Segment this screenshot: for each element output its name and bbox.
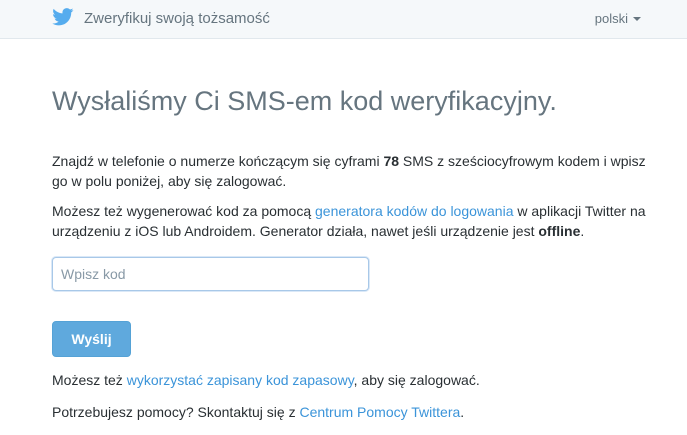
page-header-title: Zweryfikuj swoją tożsamość (84, 10, 270, 27)
sms-instructions: Znajdź w telefonie o numerze kończącym s… (52, 151, 652, 191)
help-center-link[interactable]: Centrum Pomocy Twittera (299, 404, 460, 420)
top-bar: Zweryfikuj swoją tożsamość polski (0, 0, 687, 39)
login-code-generator-link[interactable]: generatora kodów do logowania (315, 203, 513, 219)
backup-code-text-2: , aby się zalogować. (353, 372, 480, 388)
verification-code-input[interactable] (52, 257, 369, 291)
send-button[interactable]: Wyślij (52, 321, 131, 357)
offline-text: offline (538, 223, 581, 239)
generator-info-text-1: Możesz też wygenerować kod za pomocą (52, 203, 316, 219)
phone-digits: 78 (383, 153, 400, 169)
help-text-1: Potrzebujesz pomocy? Skontaktuj się z (52, 404, 300, 420)
twitter-bird-icon[interactable] (52, 8, 74, 26)
page-title: Wysłaliśmy Ci SMS-em kod weryfikacyjny. (52, 86, 557, 116)
help-info: Potrzebujesz pomocy? Skontaktuj się z Ce… (52, 402, 652, 422)
generator-info-text-3: . (580, 223, 585, 239)
caret-down-icon (633, 16, 641, 21)
generator-info: Możesz też wygenerować kod za pomocą gen… (52, 201, 652, 241)
language-label: polski (594, 11, 628, 26)
backup-code-text-1: Możesz też (52, 372, 127, 388)
backup-code-link[interactable]: wykorzystać zapisany kod zapasowy (127, 372, 354, 388)
backup-code-info: Możesz też wykorzystać zapisany kod zapa… (52, 370, 652, 390)
sms-instructions-text-1: Znajdź w telefonie o numerze kończącym s… (52, 153, 384, 169)
language-selector[interactable]: polski (595, 11, 641, 26)
help-text-2: . (460, 404, 465, 420)
